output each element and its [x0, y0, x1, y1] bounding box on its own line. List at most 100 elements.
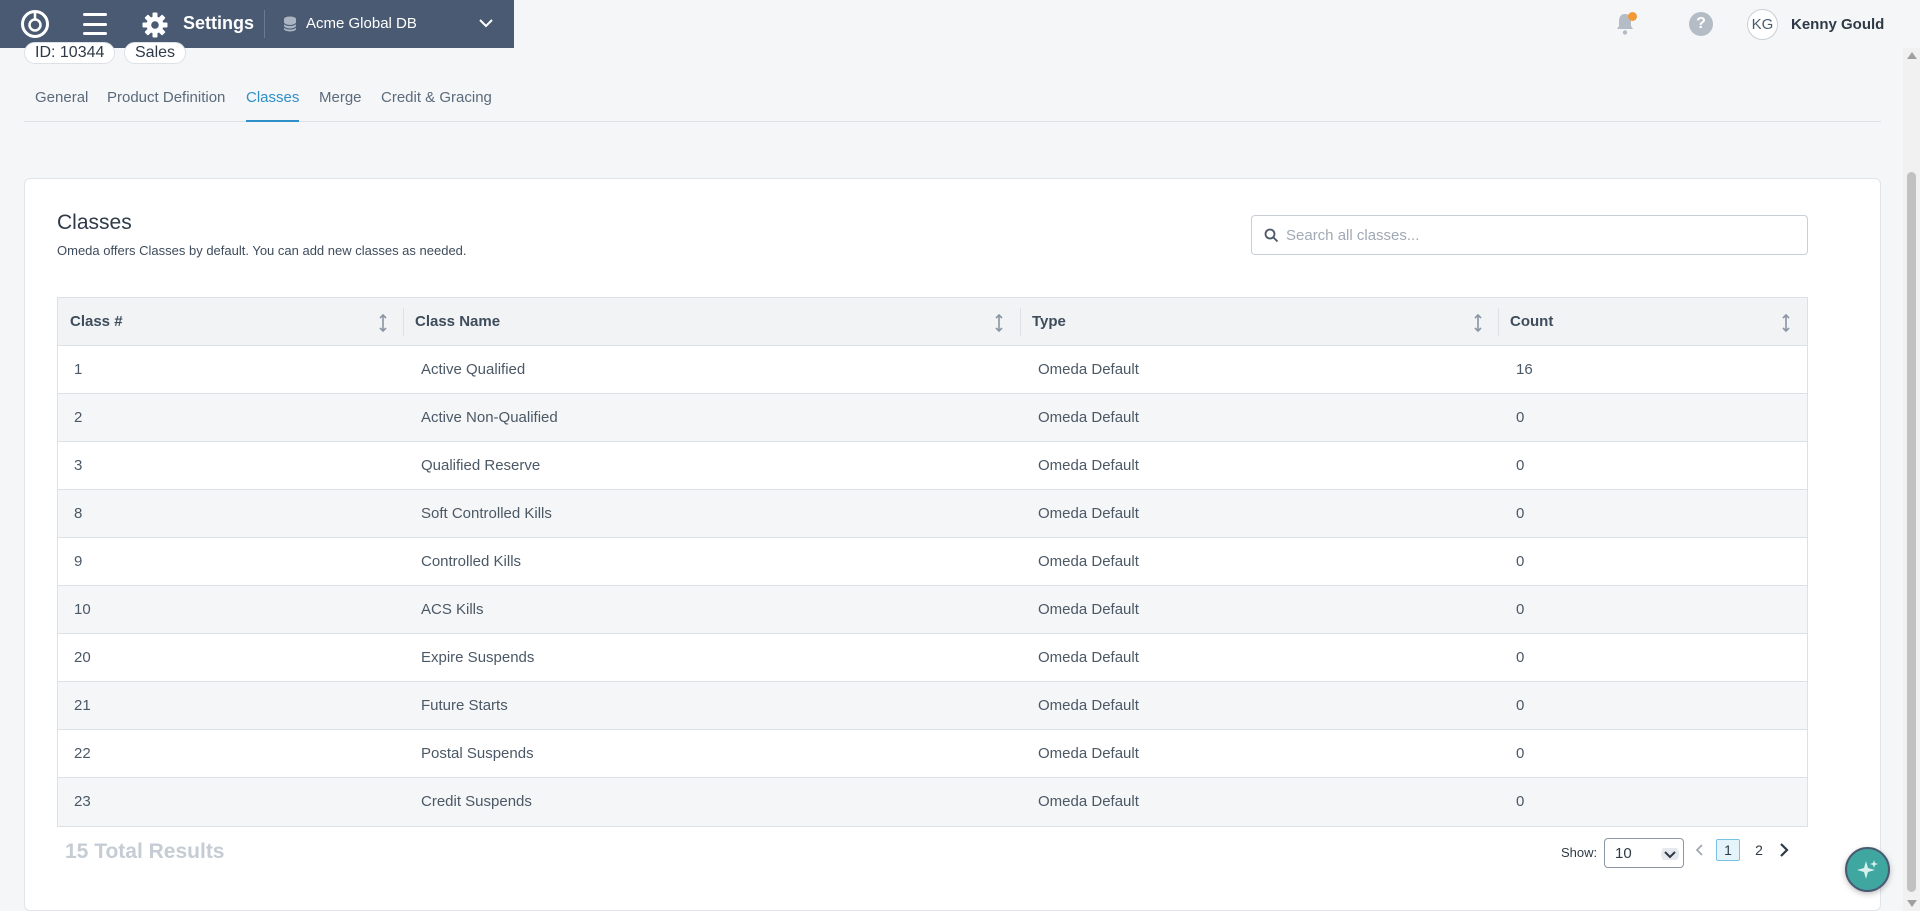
- department-chip: Sales: [124, 42, 187, 64]
- table-row[interactable]: 22 Postal Suspends Omeda Default 0: [58, 730, 1807, 778]
- cell-class-number: 3: [74, 457, 83, 474]
- chevron-right-icon[interactable]: [1778, 842, 1790, 858]
- cell-type: Omeda Default: [1038, 457, 1139, 474]
- menu-icon[interactable]: [83, 13, 107, 35]
- search-icon: [1264, 228, 1279, 243]
- cell-class-name: Active Non-Qualified: [421, 409, 558, 426]
- tab-product-definition[interactable]: Product Definition: [107, 89, 225, 122]
- cell-class-number: 23: [74, 793, 91, 810]
- table-row[interactable]: 1 Active Qualified Omeda Default 16: [58, 346, 1807, 394]
- cell-class-number: 22: [74, 745, 91, 762]
- cell-class-number: 20: [74, 649, 91, 666]
- cell-type: Omeda Default: [1038, 745, 1139, 762]
- table-row[interactable]: 21 Future Starts Omeda Default 0: [58, 682, 1807, 730]
- table-row[interactable]: 8 Soft Controlled Kills Omeda Default 0: [58, 490, 1807, 538]
- cell-count: 0: [1516, 697, 1525, 714]
- assistant-button[interactable]: [1845, 847, 1890, 892]
- sort-icon[interactable]: [1473, 314, 1483, 332]
- table-row[interactable]: 10 ACS Kills Omeda Default 0: [58, 586, 1807, 634]
- cell-count: 0: [1516, 649, 1525, 666]
- cell-class-number: 9: [74, 553, 83, 570]
- cell-type: Omeda Default: [1038, 793, 1139, 810]
- column-divider: [403, 308, 404, 336]
- cell-class-number: 8: [74, 505, 83, 522]
- column-divider: [1498, 308, 1499, 336]
- chevron-down-icon[interactable]: [478, 17, 494, 29]
- user-name[interactable]: Kenny Gould: [1791, 16, 1884, 33]
- cell-class-number: 2: [74, 409, 83, 426]
- scroll-up-arrow[interactable]: [1907, 52, 1917, 59]
- cell-class-name: Future Starts: [421, 697, 508, 714]
- cell-count: 16: [1516, 361, 1533, 378]
- table-header: Class # Class Name Type Count: [58, 298, 1807, 346]
- chevron-down-icon: [1661, 848, 1679, 860]
- cell-class-name: Active Qualified: [421, 361, 526, 378]
- tab-classes[interactable]: Classes: [246, 89, 300, 122]
- tab-merge[interactable]: Merge: [319, 89, 362, 122]
- cell-class-name: Credit Suspends: [421, 793, 532, 810]
- top-bar-dark-section: Settings Acme Global DB: [0, 0, 514, 48]
- scroll-down-arrow[interactable]: [1907, 900, 1917, 907]
- table-row[interactable]: 23 Credit Suspends Omeda Default 0: [58, 778, 1807, 826]
- header-class-number[interactable]: Class #: [70, 298, 123, 346]
- page-size-value: 10: [1615, 845, 1632, 862]
- scroll-thumb[interactable]: [1907, 172, 1916, 892]
- tab-general[interactable]: General: [35, 89, 88, 122]
- search-input[interactable]: [1286, 224, 1786, 246]
- page-1-button[interactable]: 1: [1716, 839, 1740, 861]
- card-subtitle: Omeda offers Classes by default. You can…: [57, 243, 467, 258]
- sort-icon[interactable]: [994, 314, 1004, 332]
- column-divider: [1020, 308, 1021, 336]
- tab-bar: General Product Definition Classes Merge…: [24, 84, 1881, 122]
- id-chip: ID: 10344: [24, 42, 116, 64]
- top-bar: Settings Acme Global DB ? KG Kenny Gould: [0, 0, 1920, 48]
- app-title: Settings: [183, 13, 255, 33]
- cell-type: Omeda Default: [1038, 409, 1139, 426]
- cell-class-name: ACS Kills: [421, 601, 484, 618]
- cell-count: 0: [1516, 601, 1525, 618]
- cell-count: 0: [1516, 745, 1525, 762]
- show-label: Show:: [1561, 845, 1598, 860]
- cell-class-name: Controlled Kills: [421, 553, 522, 570]
- header-count[interactable]: Count: [1510, 298, 1553, 346]
- gear-icon: [142, 12, 168, 38]
- table-row[interactable]: 9 Controlled Kills Omeda Default 0: [58, 538, 1807, 586]
- cell-class-number: 10: [74, 601, 91, 618]
- cell-type: Omeda Default: [1038, 601, 1139, 618]
- cell-class-number: 21: [74, 697, 91, 714]
- cell-type: Omeda Default: [1038, 553, 1139, 570]
- page-2-button[interactable]: 2: [1749, 839, 1769, 861]
- sparkle-icon: [1857, 860, 1878, 879]
- cell-count: 0: [1516, 553, 1525, 570]
- header-type[interactable]: Type: [1032, 298, 1066, 346]
- cell-type: Omeda Default: [1038, 649, 1139, 666]
- table-row[interactable]: 3 Qualified Reserve Omeda Default 0: [58, 442, 1807, 490]
- cell-count: 0: [1516, 409, 1525, 426]
- cell-class-name: Qualified Reserve: [421, 457, 541, 474]
- logo-icon[interactable]: [20, 9, 50, 39]
- help-icon[interactable]: ?: [1689, 12, 1713, 36]
- page-size-select[interactable]: 10: [1604, 838, 1684, 868]
- cell-class-name: Postal Suspends: [421, 745, 534, 762]
- notification-dot: [1628, 12, 1637, 21]
- header-class-name[interactable]: Class Name: [415, 298, 500, 346]
- cell-class-name: Expire Suspends: [421, 649, 535, 666]
- avatar[interactable]: KG: [1747, 9, 1778, 40]
- database-icon: [283, 16, 297, 32]
- cell-class-number: 1: [74, 361, 83, 378]
- card-title: Classes: [57, 211, 132, 234]
- table-row[interactable]: 2 Active Non-Qualified Omeda Default 0: [58, 394, 1807, 442]
- total-results: 15 Total Results: [65, 840, 225, 863]
- search-box[interactable]: [1251, 215, 1808, 255]
- tab-credit-gracing[interactable]: Credit & Gracing: [381, 89, 492, 122]
- cell-type: Omeda Default: [1038, 505, 1139, 522]
- divider: [264, 10, 265, 38]
- cell-count: 0: [1516, 793, 1525, 810]
- chevron-left-icon[interactable]: [1693, 843, 1705, 857]
- cell-class-name: Soft Controlled Kills: [421, 505, 552, 522]
- database-selector[interactable]: Acme Global DB: [306, 15, 417, 32]
- cell-type: Omeda Default: [1038, 697, 1139, 714]
- table-row[interactable]: 20 Expire Suspends Omeda Default 0: [58, 634, 1807, 682]
- sort-icon[interactable]: [1781, 314, 1791, 332]
- sort-icon[interactable]: [378, 314, 388, 332]
